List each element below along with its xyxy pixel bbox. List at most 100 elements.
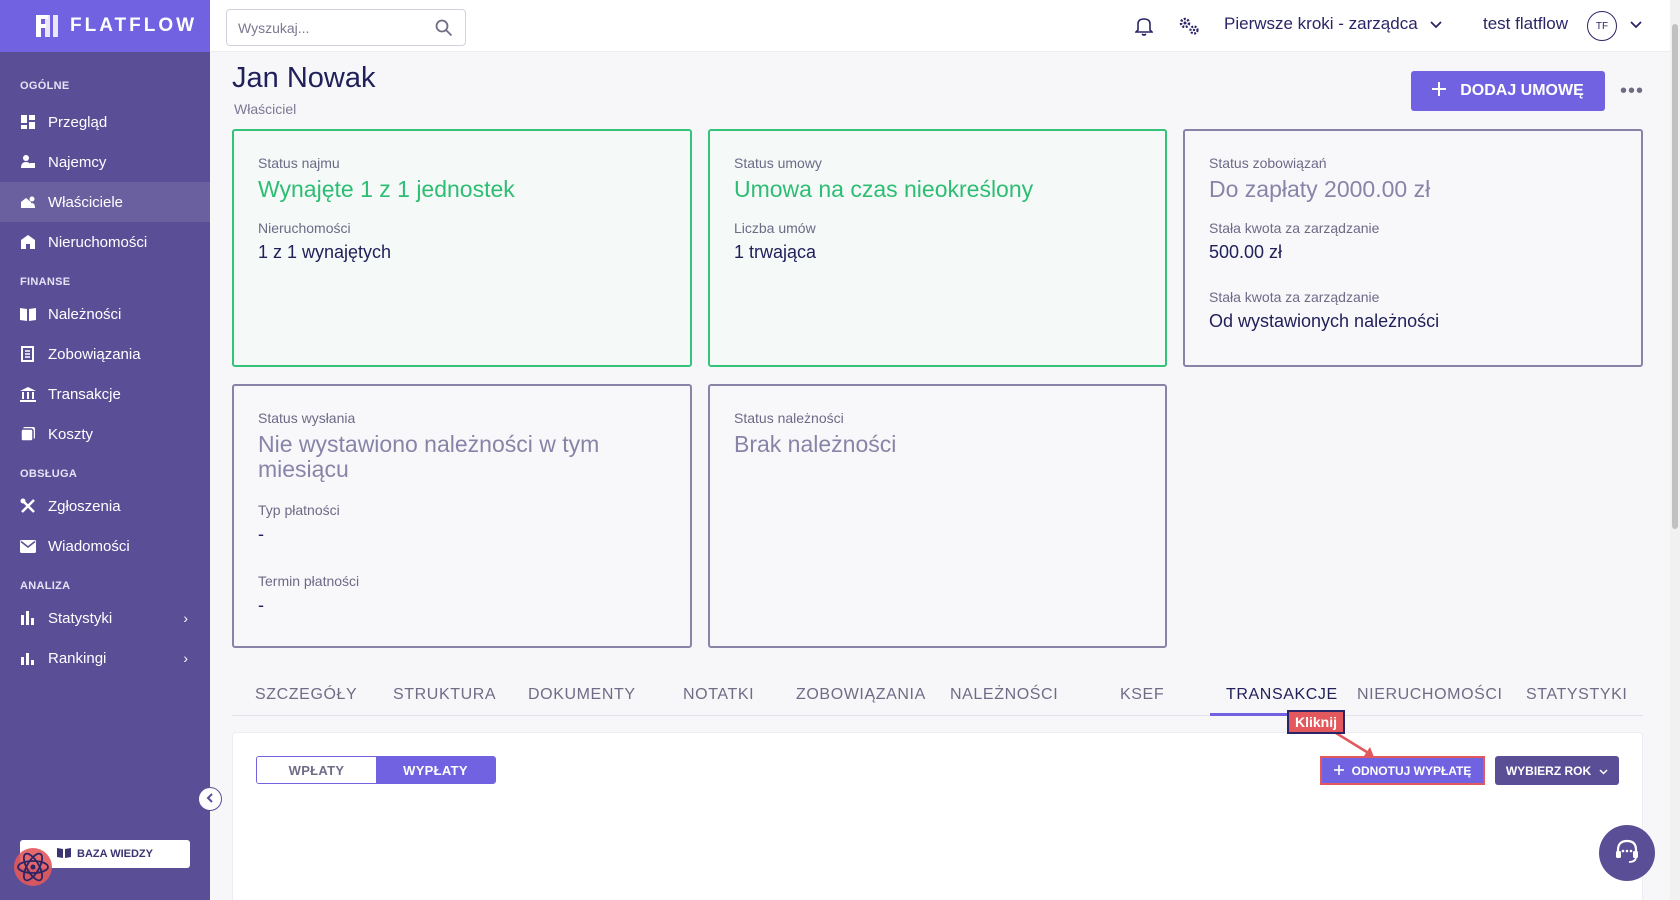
tab-szczegoly[interactable]: SZCZEGÓŁY	[255, 686, 357, 704]
sidebar-item-nieruchomosci[interactable]: Nieruchomości	[0, 222, 210, 262]
app-logo[interactable]: FLATFLOW	[0, 0, 210, 52]
sidebar-item-label: Rankingi	[48, 649, 107, 667]
plus-icon	[1333, 764, 1344, 778]
support-chat-button[interactable]	[1599, 825, 1655, 881]
sidebar-item-label: Koszty	[48, 425, 94, 443]
book-open-icon	[57, 847, 71, 861]
card-main-value: Umowa na czas nieokreślony	[734, 176, 1034, 202]
tab-transakcje[interactable]: TRANSAKCJE	[1226, 686, 1338, 704]
tab-struktura[interactable]: STRUKTURA	[393, 686, 496, 704]
card-field-label: Stała kwota za zarządzanie	[1209, 220, 1380, 236]
sidebar-item-label: Zobowiązania	[48, 345, 141, 363]
sending-status-card: Status wysłania Nie wystawiono należnośc…	[232, 384, 692, 648]
search-input[interactable]	[238, 19, 428, 36]
card-field-label: Nieruchomości	[258, 220, 351, 236]
toggle-wplaty[interactable]: WPŁATY	[257, 757, 376, 783]
tab-statystyki[interactable]: STATYSTYKI	[1526, 686, 1627, 704]
section-title-obsluga: OBSŁUGA	[20, 468, 78, 480]
owner-icon	[20, 194, 36, 210]
bar-chart-icon	[20, 610, 36, 626]
toggle-wyplaty[interactable]: WYPŁATY	[376, 757, 495, 783]
card-label: Status najmu	[258, 155, 340, 171]
transaction-type-toggle: WPŁATY WYPŁATY	[256, 756, 496, 784]
receivables-status-card: Status należności Brak należności	[708, 384, 1167, 648]
sidebar-item-rankingi[interactable]: Rankingi ›	[0, 638, 210, 678]
card-main-value: Brak należności	[734, 431, 897, 457]
sidebar-item-statystyki[interactable]: Statystyki ›	[0, 598, 210, 638]
card-field-value: -	[258, 524, 264, 544]
page-scrollbar[interactable]	[1670, 0, 1680, 900]
building-icon	[20, 234, 36, 250]
sidebar-item-zobowiazania[interactable]: Zobowiązania	[0, 334, 210, 374]
sidebar-item-przeglad[interactable]: Przegląd	[0, 102, 210, 142]
chevron-left-icon	[205, 790, 215, 808]
sidebar-item-label: Nieruchomości	[48, 233, 148, 251]
annotation-arrow-icon	[1335, 731, 1374, 757]
card-label: Status wysłania	[258, 410, 356, 426]
flatflow-logo-icon	[36, 15, 58, 37]
page-title: Jan Nowak	[232, 62, 376, 94]
sidebar-item-najemcy[interactable]: Najemcy	[0, 142, 210, 182]
contract-status-card: Status umowy Umowa na czas nieokreślony …	[708, 129, 1167, 367]
section-title-finanse: FINANSE	[20, 276, 71, 288]
tab-ksef[interactable]: KSEF	[1120, 686, 1164, 704]
chevron-down-icon[interactable]	[1630, 16, 1642, 34]
knowledge-base-label: BAZA WIEDZY	[77, 848, 153, 860]
card-field-label: Termin płatności	[258, 573, 360, 589]
sidebar-item-label: Statystyki	[48, 609, 113, 627]
select-year-label: WYBIERZ ROK	[1505, 763, 1592, 778]
obligations-status-card: Status zobowiązań Do zapłaty 2000.00 zł …	[1183, 129, 1643, 367]
chevron-down-icon	[1430, 14, 1442, 34]
card-label: Status należności	[734, 410, 844, 426]
avatar[interactable]: TF	[1587, 11, 1617, 41]
card-field-label: Stała kwota za zarządzanie	[1209, 289, 1380, 305]
sidebar-item-label: Transakcje	[48, 385, 121, 403]
record-payout-button[interactable]: ODNOTUJ WYPŁATĘ	[1320, 756, 1485, 785]
card-field-label: Liczba umów	[734, 220, 816, 236]
select-year-button[interactable]: WYBIERZ ROK	[1495, 756, 1619, 785]
card-main-value: Do zapłaty 2000.00 zł	[1209, 176, 1431, 202]
card-main-value: Nie wystawiono należności w tym miesiącu	[258, 431, 600, 482]
sidebar-item-label: Zgłoszenia	[48, 497, 121, 515]
sidebar-item-wiadomosci[interactable]: Wiadomości	[0, 526, 210, 566]
dashboard-icon	[20, 114, 36, 130]
tab-nieruchomosci[interactable]: NIERUCHOMOŚCI	[1357, 686, 1503, 704]
ranking-icon	[20, 650, 36, 666]
sidebar-item-zgloszenia[interactable]: Zgłoszenia	[0, 486, 210, 526]
user-name[interactable]: test flatflow	[1483, 14, 1568, 34]
tab-naleznosci[interactable]: NALEŻNOŚCI	[950, 686, 1058, 704]
tab-notatki[interactable]: NOTATKI	[683, 686, 754, 704]
sidebar-item-label: Najemcy	[48, 153, 107, 171]
react-devtools-icon[interactable]	[12, 846, 54, 888]
scrollbar-thumb[interactable]	[1672, 24, 1678, 529]
card-field-value: Od wystawionych należności	[1209, 311, 1440, 331]
card-field-value: 1 z 1 wynajętych	[258, 242, 392, 262]
bank-icon	[20, 386, 36, 402]
document-icon	[20, 346, 36, 362]
add-contract-button[interactable]: DODAJ UMOWĘ	[1411, 71, 1605, 111]
book-icon	[20, 306, 36, 322]
tab-zobowiazania[interactable]: ZOBOWIĄZANIA	[796, 686, 926, 704]
sidebar-item-wlasciciele[interactable]: Właściciele	[0, 182, 210, 222]
chevron-right-icon: ›	[183, 610, 188, 626]
tab-dokumenty[interactable]: DOKUMENTY	[528, 686, 636, 704]
sidebar-item-transakcje[interactable]: Transakcje	[0, 374, 210, 414]
sidebar-item-label: Wiadomości	[48, 537, 130, 555]
more-options-icon[interactable]: •••	[1620, 80, 1644, 103]
sidebar-item-naleznosci[interactable]: Należności	[0, 294, 210, 334]
click-hint-tooltip: Kliknij	[1287, 710, 1345, 734]
sidebar-item-koszty[interactable]: Koszty	[0, 414, 210, 454]
search-icon[interactable]	[435, 19, 453, 42]
company-selector[interactable]: Pierwsze kroki - zarządca	[1224, 14, 1442, 34]
collapse-sidebar-button[interactable]	[198, 787, 222, 811]
costs-icon	[20, 426, 36, 442]
bell-icon[interactable]	[1134, 16, 1154, 41]
tools-icon	[20, 498, 36, 514]
card-label: Status umowy	[734, 155, 822, 171]
company-name: Pierwsze kroki - zarządca	[1224, 14, 1418, 33]
brand-name: FLATFLOW	[70, 15, 198, 36]
sidebar-item-label: Przegląd	[48, 113, 108, 131]
search-box[interactable]	[226, 9, 466, 46]
gears-icon[interactable]	[1178, 16, 1200, 41]
plus-icon	[1432, 81, 1447, 101]
